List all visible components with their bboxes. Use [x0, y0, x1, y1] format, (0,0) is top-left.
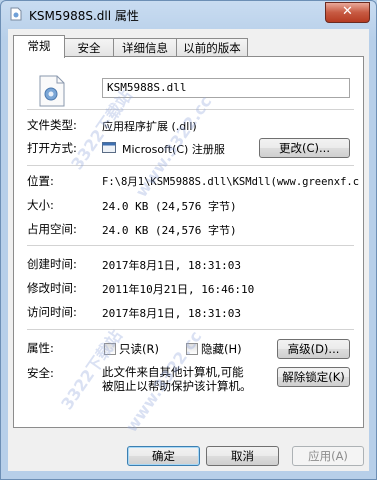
- tab-general[interactable]: 常规: [13, 35, 65, 58]
- location-value: F:\8月1\KSM5988S.dll\KSMdll(www.greenxf.c: [102, 176, 360, 188]
- open-with-label: 打开方式:: [27, 141, 77, 155]
- apply-button[interactable]: 应用(A): [292, 446, 364, 466]
- file-icon: [10, 7, 22, 21]
- unblock-button[interactable]: 解除锁定(K): [277, 367, 350, 387]
- size-label: 大小:: [27, 198, 54, 212]
- separator: [27, 165, 354, 166]
- separator: [27, 109, 354, 110]
- readonly-checkbox[interactable]: [104, 343, 116, 355]
- size-value: 24.0 KB (24,576 字节): [102, 200, 237, 213]
- security-message-line2: 被阻止以帮助保护该计算机。: [102, 379, 252, 393]
- tab-previous-versions[interactable]: 以前的版本: [176, 38, 248, 57]
- tab-security[interactable]: 安全: [64, 38, 114, 57]
- open-with-value: Microsoft(C) 注册服: [122, 143, 225, 156]
- title-bar[interactable]: KSM5988S.dll 属性 ✕: [1, 1, 376, 28]
- size-on-disk-value: 24.0 KB (24,576 字节): [102, 224, 237, 237]
- dialog-client: 常规 安全 详细信息 以前的版本 KSM5988S.dll 文件类型: 应用程序…: [8, 29, 369, 471]
- created-label: 创建时间:: [27, 257, 77, 271]
- separator: [27, 245, 354, 246]
- cancel-button[interactable]: 取消: [206, 446, 279, 466]
- dll-file-icon: [39, 75, 65, 107]
- change-button[interactable]: 更改(C)...: [259, 138, 350, 158]
- properties-window: KSM5988S.dll 属性 ✕ 常规 安全 详细信息 以前的版本 KSM59…: [0, 0, 377, 480]
- readonly-label[interactable]: 只读(R): [119, 341, 159, 357]
- modified-label: 修改时间:: [27, 281, 77, 295]
- filename-field[interactable]: KSM5988S.dll: [102, 78, 350, 98]
- accessed-value: 2017年8月1日, 18:31:03: [102, 307, 241, 320]
- advanced-button[interactable]: 高级(D)...: [277, 339, 350, 359]
- size-on-disk-label: 占用空间:: [27, 222, 77, 236]
- close-button[interactable]: ✕: [325, 2, 370, 23]
- app-icon: [102, 142, 116, 153]
- security-label: 安全:: [27, 366, 54, 380]
- file-type-label: 文件类型:: [27, 118, 77, 132]
- window-title: KSM5988S.dll 属性: [29, 9, 139, 23]
- hidden-label[interactable]: 隐藏(H): [201, 341, 242, 357]
- file-type-value: 应用程序扩展 (.dll): [102, 120, 197, 133]
- tab-details[interactable]: 详细信息: [113, 38, 177, 57]
- location-label: 位置:: [27, 174, 54, 188]
- separator: [27, 329, 354, 330]
- general-panel: KSM5988S.dll 文件类型: 应用程序扩展 (.dll) 打开方式: M…: [13, 56, 364, 436]
- modified-value: 2011年10月21日, 16:46:10: [102, 283, 255, 296]
- created-value: 2017年8月1日, 18:31:03: [102, 259, 241, 272]
- ok-button[interactable]: 确定: [127, 446, 200, 466]
- hidden-checkbox[interactable]: [186, 343, 198, 355]
- filename-value: KSM5988S.dll: [107, 81, 187, 94]
- accessed-label: 访问时间:: [27, 305, 77, 319]
- attributes-label: 属性:: [27, 341, 54, 355]
